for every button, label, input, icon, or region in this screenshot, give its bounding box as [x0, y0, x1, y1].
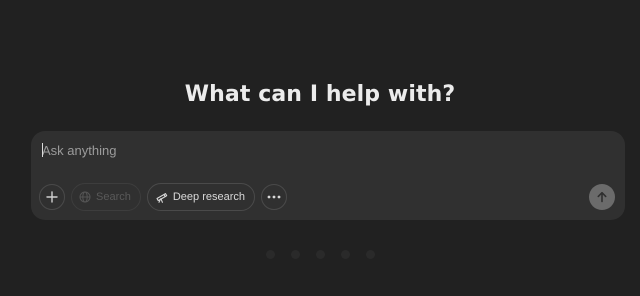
text-caret: [42, 143, 43, 157]
suggestion-chip[interactable]: [340, 250, 350, 259]
suggestion-icon: [315, 250, 325, 259]
search-label: Search: [96, 191, 131, 203]
suggestion-icon: [265, 250, 275, 259]
suggestion-icon: [290, 250, 300, 259]
suggestion-chip[interactable]: [315, 250, 325, 259]
search-button[interactable]: Search: [71, 183, 141, 211]
plus-icon: [46, 191, 58, 203]
arrow-up-icon: [597, 191, 607, 203]
suggestion-icon: [365, 250, 375, 259]
composer: Search Deep research: [31, 131, 625, 220]
suggestion-chip[interactable]: [290, 250, 300, 259]
deep-research-button[interactable]: Deep research: [146, 183, 256, 211]
suggestion-icon: [340, 250, 350, 259]
page-title: What can I help with?: [184, 82, 456, 107]
more-tools-button[interactable]: [261, 184, 288, 210]
add-attachment-button[interactable]: [39, 184, 65, 210]
suggestion-row: [0, 250, 640, 259]
suggestion-chip[interactable]: [265, 250, 275, 259]
globe-icon: [79, 191, 91, 203]
suggestion-chip[interactable]: [365, 250, 375, 259]
composer-toolbar: Search Deep research: [39, 183, 288, 211]
prompt-input[interactable]: [42, 140, 602, 160]
send-button[interactable]: [589, 184, 615, 210]
deep-research-label: Deep research: [172, 191, 246, 203]
telescope-icon: [156, 193, 168, 203]
chat-home: What can I help with? Search: [0, 0, 640, 296]
ellipsis-icon: [267, 195, 281, 199]
